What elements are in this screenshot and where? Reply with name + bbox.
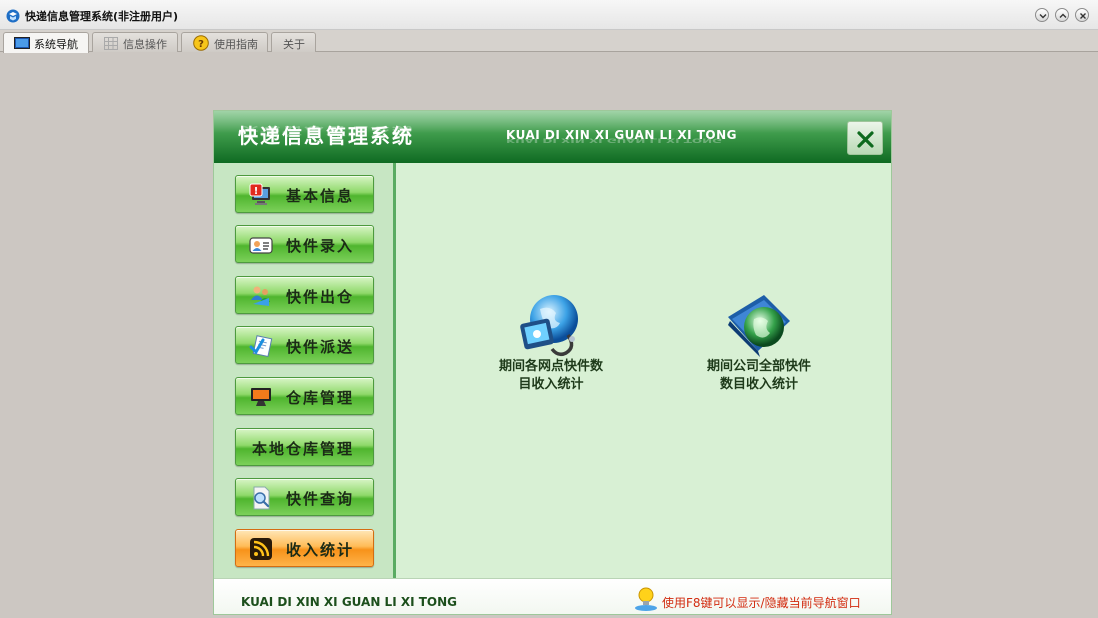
- nav-label: 快件出仓: [286, 288, 355, 306]
- lightbulb-icon: [635, 587, 657, 611]
- panel-title-reflection: 快递信息管理系统: [238, 124, 414, 138]
- rss-icon: [250, 538, 272, 560]
- nav-shipment-outbound-button[interactable]: 快件出仓: [235, 276, 374, 314]
- help-icon: ?: [193, 35, 209, 51]
- item-label-line1: 期间公司全部快件: [706, 359, 811, 374]
- sidebar: ! 基本信息 快件录入 快件出仓 快件派送 仓库管理 本地仓库管理 快件查询 收…: [214, 163, 396, 578]
- monitor-icon: [14, 37, 30, 49]
- maximize-button[interactable]: [1055, 8, 1069, 22]
- panel-footer: KUAI DI XIN XI GUAN LI XI TONG 使用F8键可以显示…: [214, 578, 891, 614]
- chevron-up-icon: [1059, 13, 1067, 18]
- nav-shipment-entry-button[interactable]: 快件录入: [235, 225, 374, 263]
- nav-local-warehouse-button[interactable]: 本地仓库管理: [235, 428, 374, 466]
- branch-income-statistics-item[interactable]: 期间各网点快件数 目收入统计: [471, 287, 631, 393]
- tab-bar: 系统导航 信息操作 ? 使用指南 关于: [0, 30, 1098, 53]
- users-shipping-icon: [251, 286, 270, 306]
- close-icon: [1080, 13, 1086, 19]
- nav-label: 本地仓库管理: [252, 440, 355, 458]
- nav-label: 快件派送: [286, 338, 355, 356]
- contact-card-icon: [249, 237, 273, 254]
- company-income-statistics-item[interactable]: 期间公司全部快件 数目收入统计: [679, 287, 839, 393]
- item-label-line2: 数目收入统计: [719, 377, 798, 392]
- app-logo-icon: [6, 9, 20, 23]
- tab-user-guide[interactable]: ? 使用指南: [181, 32, 268, 52]
- panel-subtitle-reflection: KUAI DI XIN XI GUAN LI XI TONG: [506, 137, 723, 144]
- item-label-line2: 目收入统计: [518, 377, 584, 392]
- window-title: 快递信息管理系统(非注册用户): [25, 10, 179, 23]
- svg-text:?: ?: [198, 39, 204, 50]
- delivery-check-icon: [249, 335, 273, 358]
- panel-close-button[interactable]: [847, 121, 883, 155]
- window-titlebar: 快递信息管理系统(非注册用户): [0, 0, 1098, 30]
- content-area: 期间各网点快件数 目收入统计 期间公司全部快件 数目收入统计: [399, 163, 891, 578]
- nav-label: 快件录入: [286, 237, 355, 255]
- nav-shipment-query-button[interactable]: 快件查询: [235, 478, 374, 516]
- tab-label: 关于: [283, 38, 305, 51]
- footer-brand: KUAI DI XIN XI GUAN LI XI TONG: [241, 595, 458, 609]
- tab-label: 系统导航: [34, 38, 78, 51]
- tab-about[interactable]: 关于: [271, 32, 316, 52]
- chevron-down-icon: [1039, 14, 1047, 19]
- nav-income-statistics-button[interactable]: 收入统计: [235, 529, 374, 567]
- nav-basic-info-button[interactable]: ! 基本信息: [235, 175, 374, 213]
- search-document-icon: [253, 486, 270, 510]
- navigation-panel: 快递信息管理系统 快递信息管理系统 KUAI DI XIN XI GUAN LI…: [213, 110, 892, 615]
- warehouse-monitor-icon: [251, 388, 271, 406]
- svg-text:!: !: [254, 186, 259, 197]
- nav-shipment-delivery-button[interactable]: 快件派送: [235, 326, 374, 364]
- nav-warehouse-management-button[interactable]: 仓库管理: [235, 377, 374, 415]
- tab-info-operation[interactable]: 信息操作: [92, 32, 178, 52]
- info-monitor-icon: !: [249, 183, 270, 205]
- grid-icon: [104, 37, 118, 50]
- network-globe-icon: [520, 295, 578, 357]
- tab-label: 使用指南: [214, 38, 258, 51]
- close-icon: [857, 131, 874, 148]
- nav-label: 仓库管理: [286, 389, 355, 407]
- nav-label: 基本信息: [286, 187, 355, 205]
- globe-book-icon: [728, 295, 790, 357]
- minimize-button[interactable]: [1035, 8, 1049, 22]
- nav-label: 快件查询: [286, 490, 355, 508]
- footer-hint: 使用F8键可以显示/隐藏当前导航窗口: [662, 596, 861, 610]
- item-label-line1: 期间各网点快件数: [498, 359, 603, 374]
- tab-label: 信息操作: [123, 38, 167, 51]
- panel-header: 快递信息管理系统 快递信息管理系统 KUAI DI XIN XI GUAN LI…: [214, 111, 891, 163]
- close-window-button[interactable]: [1075, 8, 1089, 22]
- tab-system-nav[interactable]: 系统导航: [3, 32, 89, 53]
- nav-label: 收入统计: [286, 541, 355, 559]
